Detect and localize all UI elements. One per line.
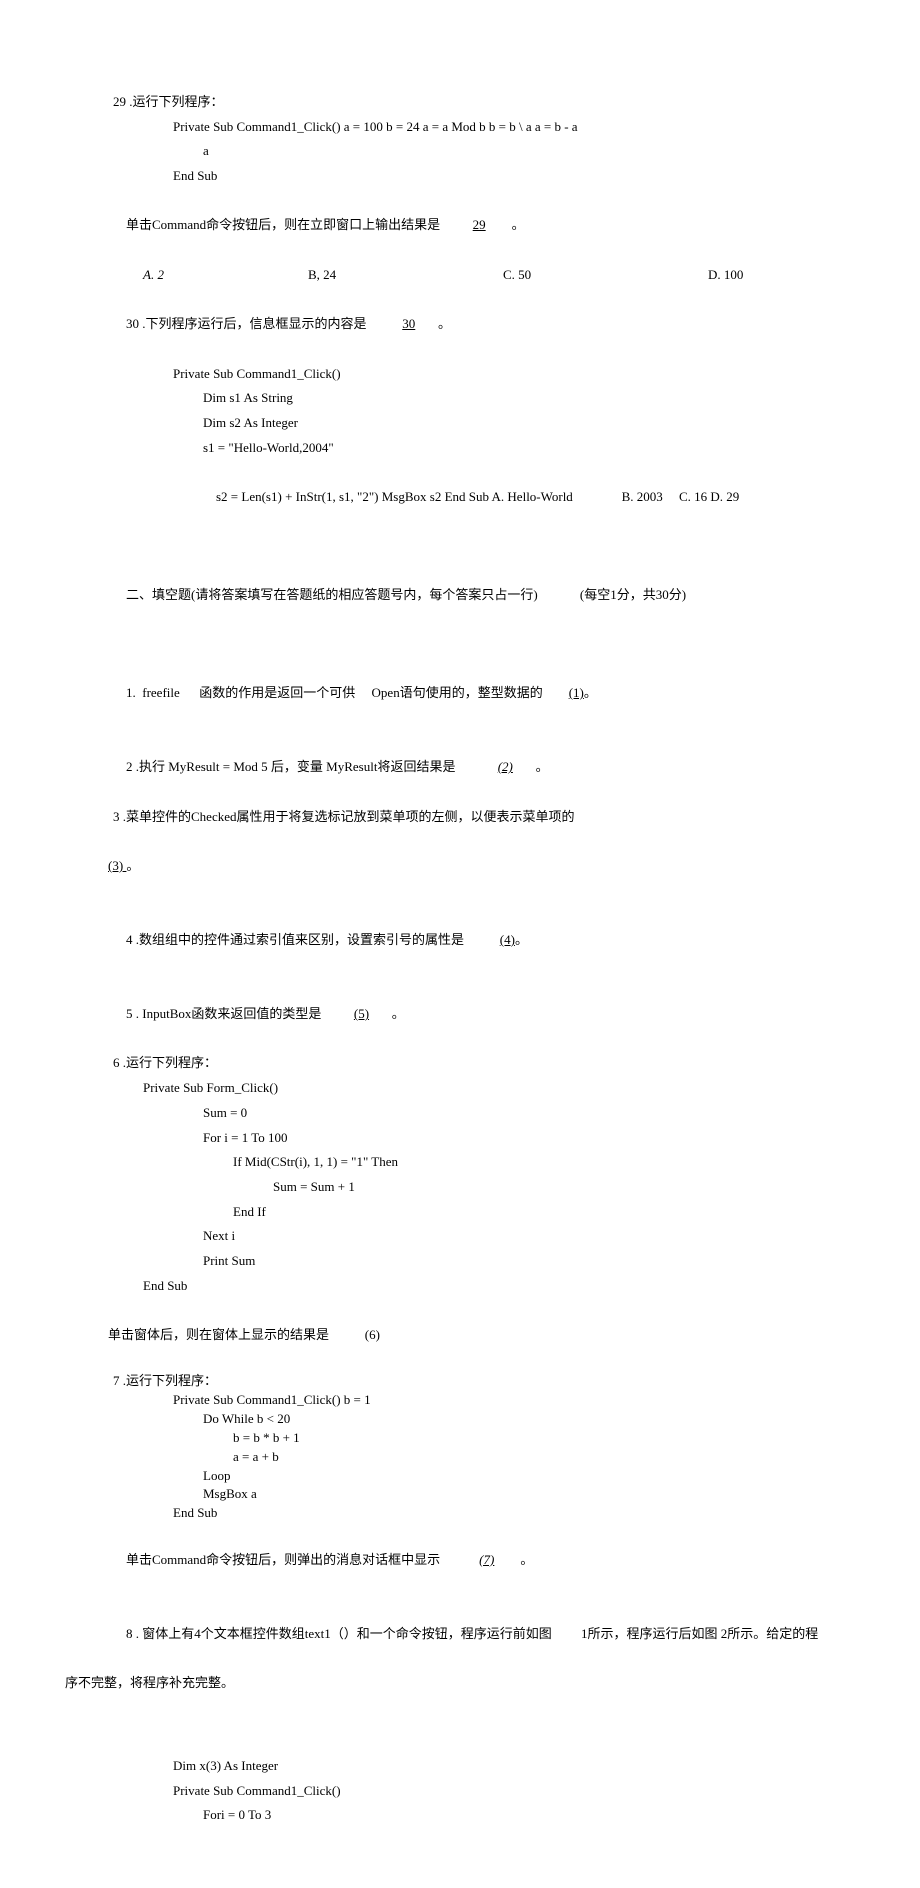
b1-post: 。 <box>584 685 597 700</box>
b2-post: 。 <box>536 759 549 774</box>
q29-choices: A. 2 B, 24 C. 50 D. 100 <box>95 263 830 288</box>
section2-meta: (每空1分，共30分) <box>580 587 686 602</box>
q29-choice-d: D. 100 <box>708 263 743 288</box>
q29-choice-a: A. 2 <box>143 263 308 288</box>
b3-post: 。 <box>126 858 139 873</box>
b1-pre3: Open语句使用的，整型数据的 <box>372 685 543 700</box>
blank4: 4 .数组组中的控件通过索引值来区别，设置索引号的属性是 (4)。 <box>95 903 830 977</box>
b6-stem: 单击窗体后，则在窗体上显示的结果是 (6) <box>95 1298 830 1372</box>
q29-code-line: End Sub <box>95 164 830 189</box>
b2-blank: (2) <box>498 759 513 774</box>
b2-pre: 2 .执行 MyResult = Mod 5 后，变量 MyResult将返回结… <box>126 759 455 774</box>
b8-line1-a: 8 . 窗体上有4个文本框控件数组text1（）和一个命令按钮，程序运行前如图 <box>126 1626 552 1641</box>
q30-title-post: 。 <box>438 316 451 331</box>
b8-line2: 序不完整，将程序补充完整。 <box>65 1671 830 1696</box>
b6-code-line: For i = 1 To 100 <box>95 1126 830 1151</box>
b7-code-line: Private Sub Command1_Click() b = 1 <box>95 1391 830 1410</box>
b6-stem-blank: (6) <box>365 1327 380 1342</box>
b4-pre: 4 .数组组中的控件通过索引值来区别，设置索引号的属性是 <box>126 932 464 947</box>
q29-code-line: a <box>95 139 830 164</box>
b6-code-line: Next i <box>95 1224 830 1249</box>
b7-code-line: End Sub <box>95 1504 830 1523</box>
document-page: 29 .运行下列程序： Private Sub Command1_Click()… <box>0 0 920 1888</box>
b6-code-line: Sum = 0 <box>95 1101 830 1126</box>
blank3-line1: 3 .菜单控件的Checked属性用于将复选标记放到菜单项的左侧，以便表示菜单项… <box>95 805 830 830</box>
q29-stem-pre: 单击Command命令按钮后，则在立即窗口上输出结果是 <box>126 217 440 232</box>
b5-blank: (5) <box>354 1006 369 1021</box>
q30-code5-main: s2 = Len(s1) + InStr(1, s1, "2") MsgBox … <box>216 489 573 504</box>
q29-title: 29 .运行下列程序： <box>95 90 830 115</box>
b4-blank: (4) <box>500 932 515 947</box>
q30-code-line: Dim s2 As Integer <box>95 411 830 436</box>
b6-stem-pre: 单击窗体后，则在窗体上显示的结果是 <box>108 1327 329 1342</box>
blank5: 5 . InputBox函数来返回值的类型是 (5) 。 <box>95 977 830 1051</box>
blank2: 2 .执行 MyResult = Mod 5 后，变量 MyResult将返回结… <box>95 731 830 805</box>
b6-code-line: Private Sub Form_Click() <box>95 1076 830 1101</box>
b7-code-line: Do While b < 20 <box>95 1410 830 1429</box>
b7-stem: 单击Command命令按钮后，则弹出的消息对话框中显示 (7) 。 <box>95 1523 830 1597</box>
b5-pre: 5 . InputBox函数来返回值的类型是 <box>126 1006 321 1021</box>
q29-code-line: Private Sub Command1_Click() a = 100 b =… <box>95 115 830 140</box>
q30-code-line: Private Sub Command1_Click() <box>95 362 830 387</box>
b7-code-line: a = a + b <box>95 1448 830 1467</box>
q30-code-line: Dim s1 As String <box>95 386 830 411</box>
q30-code-line: s1 = "Hello-World,2004" <box>95 436 830 461</box>
b6-code-line: End Sub <box>95 1274 830 1299</box>
q29-blank: 29 <box>473 217 486 232</box>
b8-code-line: Private Sub Command1_Click() <box>95 1779 830 1804</box>
b6-code-line: End If <box>95 1200 830 1225</box>
blank1: 1. freefile 函数的作用是返回一个可供 Open语句使用的，整型数据的… <box>95 656 830 730</box>
b1-pre1: 1. freefile <box>126 685 180 700</box>
q29-choice-c: C. 50 <box>503 263 708 288</box>
b7-code-line: b = b * b + 1 <box>95 1429 830 1448</box>
b6-code-line: Print Sum <box>95 1249 830 1274</box>
b7-code-line: Loop <box>95 1467 830 1486</box>
b8-line1: 8 . 窗体上有4个文本框控件数组text1（）和一个命令按钮，程序运行前如图 … <box>95 1597 830 1671</box>
b6-code-line: If Mid(CStr(i), 1, 1) = "1" Then <box>95 1150 830 1175</box>
q30-title-pre: 30 .下列程序运行后，信息框显示的内容是 <box>126 316 367 331</box>
b6-title: 6 .运行下列程序： <box>95 1051 830 1076</box>
section2-title: 二、填空题(请将答案填写在答题纸的相应答题号内，每个答案只占一行) <box>126 587 538 602</box>
q30-blank: 30 <box>402 316 415 331</box>
b8-line1-b: 1所示，程序运行后如图 2所示。给定的程 <box>581 1626 818 1641</box>
b7-stem-blank: (7) <box>479 1552 494 1567</box>
b6-code-line: Sum = Sum + 1 <box>95 1175 830 1200</box>
b8-code-line: Fori = 0 To 3 <box>95 1803 830 1828</box>
b3-blank: (3) <box>108 858 126 873</box>
b8-code-line: Dim x(3) As Integer <box>95 1754 830 1779</box>
b1-blank: (1) <box>569 685 584 700</box>
b4-post: 。 <box>515 932 528 947</box>
b7-title: 7 .运行下列程序： <box>95 1372 830 1391</box>
q30-choice-b: B. 2003 <box>622 489 663 504</box>
q29-stem: 单击Command命令按钮后，则在立即窗口上输出结果是 29 。 <box>95 189 830 263</box>
q29-choice-b: B, 24 <box>308 263 503 288</box>
q29-stem-post: 。 <box>512 217 525 232</box>
q30-code-line: s2 = Len(s1) + InStr(1, s1, "2") MsgBox … <box>95 460 830 534</box>
b7-code-line: MsgBox a <box>95 1485 830 1504</box>
b1-pre2: 函数的作用是返回一个可供 <box>199 685 355 700</box>
b7-stem-pre: 单击Command命令按钮后，则弹出的消息对话框中显示 <box>126 1552 440 1567</box>
b5-post: 。 <box>392 1006 405 1021</box>
q30-choice-c: C. 16 <box>679 489 707 504</box>
blank3-line2: (3) 。 <box>95 829 830 903</box>
b7-stem-post: 。 <box>520 1552 533 1567</box>
q30-title: 30 .下列程序运行后，信息框显示的内容是 30 。 <box>95 288 830 362</box>
q30-choice-d: D. 29 <box>710 489 739 504</box>
section2-heading: 二、填空题(请将答案填写在答题纸的相应答题号内，每个答案只占一行) (每空1分，… <box>95 558 830 632</box>
